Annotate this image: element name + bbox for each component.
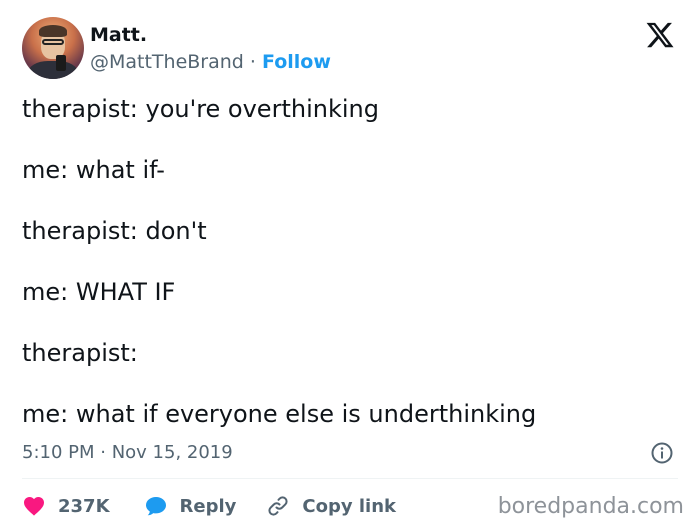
- avatar-phone: [56, 55, 66, 71]
- avatar[interactable]: [22, 17, 84, 79]
- info-icon[interactable]: [650, 441, 674, 465]
- likes-count: 237K: [58, 495, 110, 517]
- follow-button[interactable]: Follow: [262, 51, 331, 73]
- like-button[interactable]: 237K: [22, 494, 110, 518]
- tweet-line: therapist:: [22, 339, 138, 367]
- link-icon: [268, 496, 288, 516]
- avatar-hair: [39, 25, 67, 37]
- tweet-line: me: what if-: [22, 156, 165, 184]
- tweet-line: me: WHAT IF: [22, 278, 176, 306]
- copy-link-label: Copy link: [302, 495, 396, 517]
- avatar-glasses: [42, 39, 64, 45]
- tweet-timestamp[interactable]: 5:10 PM · Nov 15, 2019: [22, 442, 233, 463]
- x-logo-icon[interactable]: [644, 20, 676, 50]
- tweet-text: therapist: you're overthinking me: what …: [22, 94, 672, 460]
- tweet-line: therapist: you're overthinking: [22, 95, 379, 123]
- author-handle-row: @MattTheBrand · Follow: [90, 51, 331, 73]
- watermark: boredpanda.com: [497, 494, 684, 519]
- tweet-line: therapist: don't: [22, 217, 207, 245]
- divider: [22, 478, 678, 479]
- handle-separator: ·: [249, 51, 256, 73]
- heart-icon: [24, 497, 44, 516]
- reply-button[interactable]: Reply: [144, 494, 237, 518]
- action-bar: 237K Reply Copy link: [22, 492, 396, 520]
- author-handle[interactable]: @MattTheBrand: [90, 51, 244, 73]
- reply-label: Reply: [179, 495, 237, 517]
- tweet-line: me: what if everyone else is underthinki…: [22, 400, 537, 428]
- speech-bubble-icon: [145, 497, 166, 516]
- copy-link-button[interactable]: Copy link: [266, 494, 396, 518]
- author-name[interactable]: Matt.: [90, 24, 147, 46]
- avatar-shirt: [28, 61, 78, 79]
